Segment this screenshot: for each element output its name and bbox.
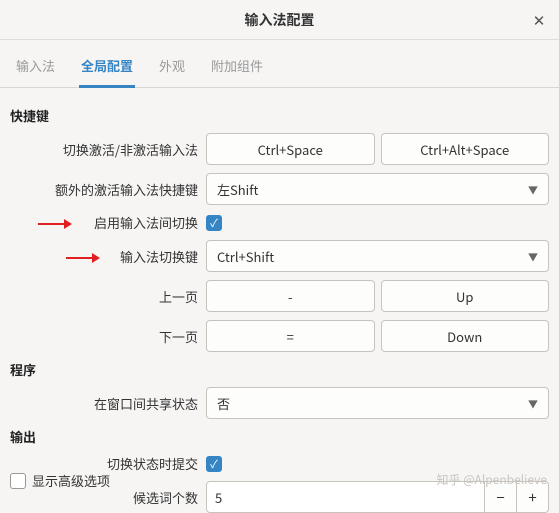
label-extra-activate: 额外的激活输入法快捷键 — [10, 180, 206, 199]
label-next-page: 下一页 — [10, 327, 206, 346]
chevron-down-icon: ▼ — [528, 182, 538, 197]
prev-page-button-1[interactable]: - — [206, 280, 375, 312]
titlebar: 输入法配置 ✕ — [0, 0, 559, 40]
checkbox-enable-im-switch[interactable]: ✓ — [206, 215, 222, 231]
label-share-state: 在窗口间共享状态 — [10, 394, 206, 413]
select-share-state-value: 否 — [217, 394, 230, 413]
chevron-down-icon: ▼ — [528, 396, 538, 411]
section-hotkeys: 快捷键 切换激活/非激活输入法 Ctrl+Space Ctrl+Alt+Spac… — [10, 106, 549, 352]
label-im-switch-key: 输入法切换键 — [10, 247, 206, 266]
section-hotkeys-title: 快捷键 — [10, 106, 549, 125]
checkbox-commit-on-switch[interactable]: ✓ — [206, 456, 222, 472]
section-output-title: 输出 — [10, 427, 549, 446]
row-im-switch-key: 输入法切换键 Ctrl+Shift ▼ — [10, 240, 549, 272]
tab-addons[interactable]: 附加组件 — [209, 50, 265, 87]
tab-input-method[interactable]: 输入法 — [14, 50, 57, 87]
chevron-down-icon: ▼ — [528, 249, 538, 264]
tab-appearance[interactable]: 外观 — [157, 50, 187, 87]
label-candidate-count: 候选词个数 — [10, 488, 206, 507]
row-prev-page: 上一页 - Up — [10, 280, 549, 312]
select-share-state[interactable]: 否 ▼ — [206, 387, 549, 419]
hotkey-button-1[interactable]: Ctrl+Space — [206, 133, 375, 165]
label-show-advanced: 显示高级选项 — [32, 471, 110, 490]
next-page-button-2[interactable]: Down — [381, 320, 550, 352]
section-program-title: 程序 — [10, 360, 549, 379]
prev-page-button-2[interactable]: Up — [381, 280, 550, 312]
footer: 显示高级选项 — [10, 471, 110, 490]
select-extra-activate[interactable]: 左Shift ▼ — [206, 173, 549, 205]
window-title: 输入法配置 — [245, 10, 315, 30]
section-program: 程序 在窗口间共享状态 否 ▼ — [10, 360, 549, 419]
row-next-page: 下一页 = Down — [10, 320, 549, 352]
label-prev-page: 上一页 — [10, 287, 206, 306]
section-output: 输出 切换状态时提交 ✓ 候选词个数 − + — [10, 427, 549, 513]
highlight-arrow-icon — [38, 216, 72, 235]
row-extra-activate: 额外的激活输入法快捷键 左Shift ▼ — [10, 173, 549, 205]
row-toggle-activate: 切换激活/非激活输入法 Ctrl+Space Ctrl+Alt+Space — [10, 133, 549, 165]
tabs: 输入法 全局配置 外观 附加组件 — [0, 40, 559, 88]
tab-global-config[interactable]: 全局配置 — [79, 50, 135, 88]
hotkey-button-2[interactable]: Ctrl+Alt+Space — [381, 133, 550, 165]
content: 快捷键 切换激活/非激活输入法 Ctrl+Space Ctrl+Alt+Spac… — [0, 88, 559, 513]
label-enable-im-switch: 启用输入法间切换 — [10, 213, 206, 232]
row-enable-im-switch: 启用输入法间切换 ✓ — [10, 213, 549, 232]
select-im-switch-key[interactable]: Ctrl+Shift ▼ — [206, 240, 549, 272]
checkbox-show-advanced[interactable] — [10, 473, 26, 489]
next-page-button-1[interactable]: = — [206, 320, 375, 352]
highlight-arrow-icon — [66, 250, 100, 269]
close-icon[interactable]: ✕ — [527, 8, 551, 32]
select-im-switch-key-value: Ctrl+Shift — [217, 247, 274, 266]
label-toggle-activate: 切换激活/非激活输入法 — [10, 140, 206, 159]
select-extra-activate-value: 左Shift — [217, 180, 258, 199]
watermark: 知乎 @Alpenbelieve — [437, 471, 548, 488]
row-share-state: 在窗口间共享状态 否 ▼ — [10, 387, 549, 419]
